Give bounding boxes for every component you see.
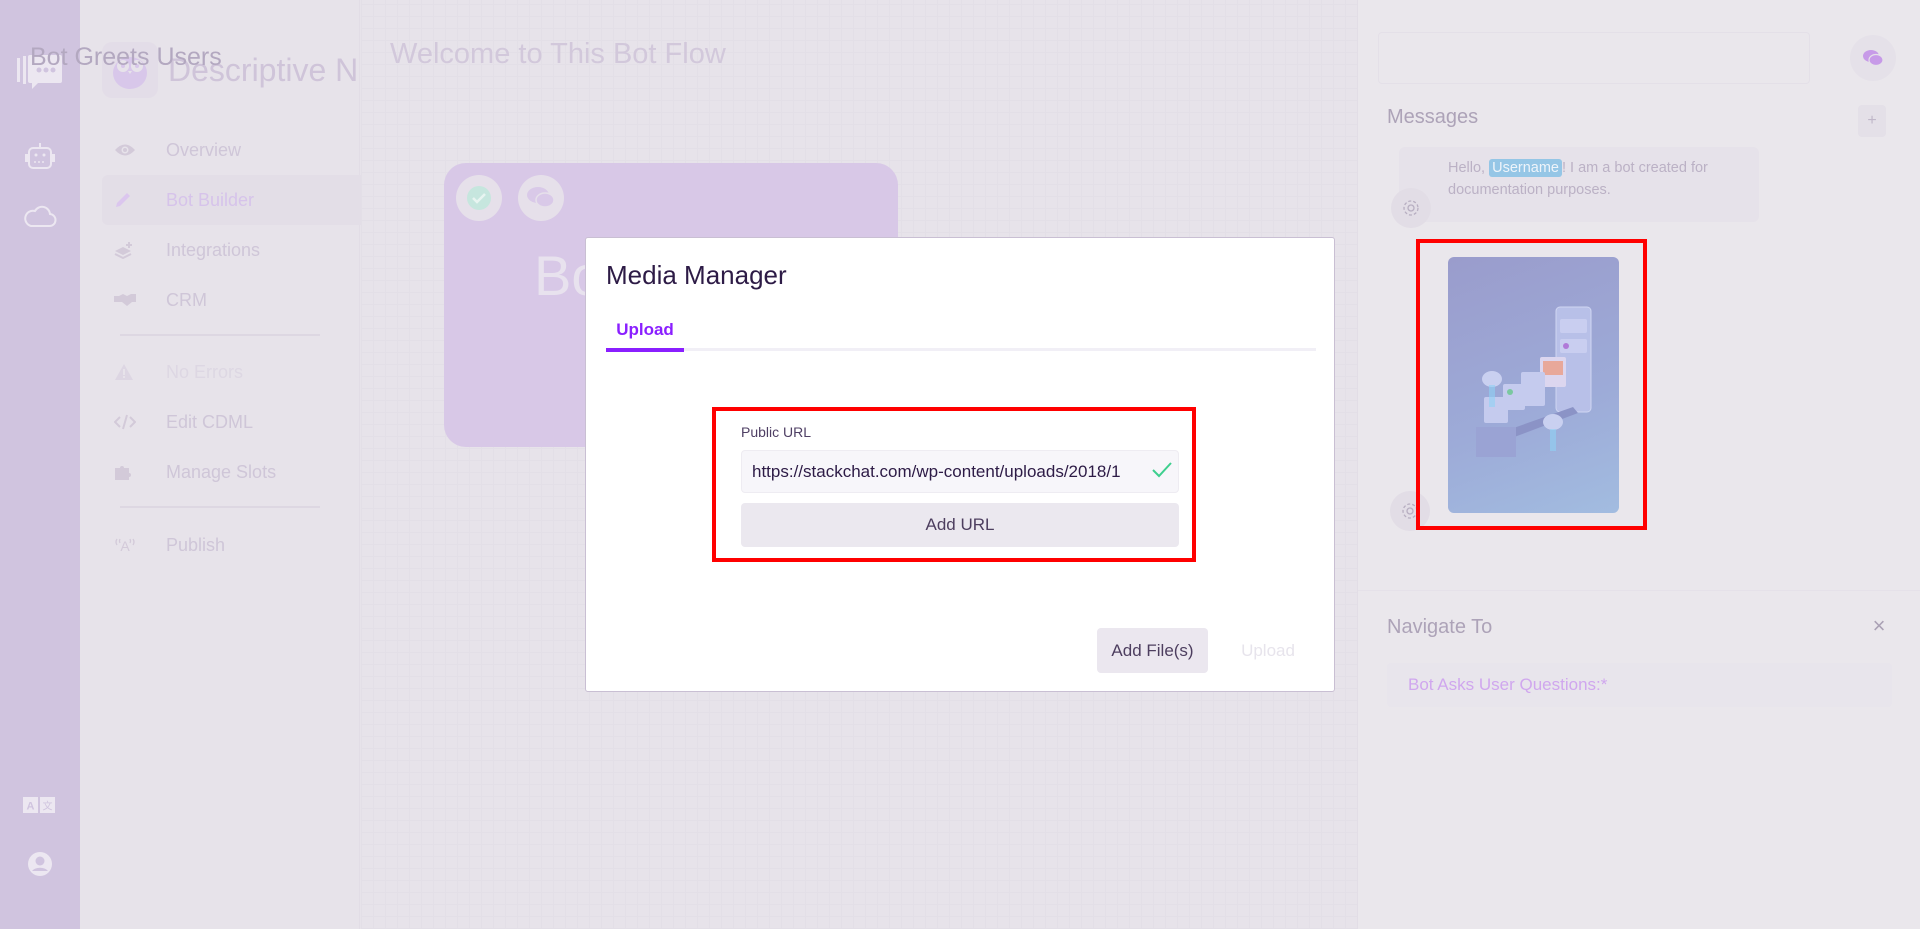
check-circle-icon [467,186,491,210]
nav-divider [120,334,320,336]
node-messages-button[interactable] [518,175,564,221]
nav-item-label: CRM [166,289,207,310]
messages-label: Messages [1387,106,1479,128]
layers-plus-icon [102,241,142,259]
bot-nav: Descriptive N Overview Bot Builder Integ… [80,0,420,929]
tab-upload[interactable]: Upload [606,308,684,352]
chat-toggle-button[interactable] [1850,35,1896,81]
username-variable-chip[interactable]: Username [1489,159,1562,177]
modal-tabs: Upload [606,308,1316,352]
user-account-icon[interactable] [0,851,80,877]
close-navigate-icon[interactable]: × [1869,613,1889,639]
app-rail: A文 [0,0,80,929]
nav-item-label: Edit CDML [166,411,254,432]
flow-title: Welcome to This Bot Flow [390,38,726,70]
tab-active-indicator [606,348,684,352]
node-detail-panel [1357,0,1920,929]
svg-text:文: 文 [43,800,53,813]
media-manager-modal: Media Manager Upload Public URL Add URL … [585,237,1335,692]
public-url-label: Public URL [741,424,812,440]
message-text[interactable]: Hello, Username! I am a bot created for … [1448,157,1748,201]
gear-icon [1402,503,1418,519]
image-settings-button[interactable] [1390,491,1430,531]
bot-icon[interactable] [0,142,80,172]
chat-bubbles-icon [527,187,555,208]
public-url-input[interactable] [741,450,1179,493]
chat-bubbles-icon [1863,50,1884,67]
add-message-button[interactable]: + [1858,105,1886,137]
nav-item-label: Manage Slots [166,461,277,482]
code-icon [102,414,142,430]
handshake-icon [102,293,142,307]
translate-icon[interactable]: A文 [0,795,80,815]
cloud-icon[interactable] [0,202,80,230]
nav-item-label: Bot Builder [166,189,255,210]
navigate-target-link[interactable]: Bot Asks User Questions:* [1408,675,1607,695]
check-icon [1151,460,1173,485]
svg-text:A: A [27,801,35,813]
warning-icon [102,363,142,381]
nav-item-label: No Errors [166,361,244,382]
nav-item-label: Integrations [166,239,261,260]
tab-bar-track [606,348,1316,351]
nav-divider [120,506,320,508]
message-settings-button[interactable] [1391,188,1431,228]
pencil-icon [102,191,142,209]
chatbot-illustration-icon [1476,306,1592,457]
node-title-text: Bot Greets Users [30,43,222,71]
upload-button[interactable]: Upload [1218,628,1318,673]
add-url-button[interactable]: Add URL [741,503,1179,547]
gear-icon [1403,200,1419,216]
node-status-button[interactable] [456,175,502,221]
svg-text:A: A [120,538,130,554]
modal-title: Media Manager [606,260,787,290]
nav-item-label: Publish [166,534,226,555]
eye-icon [102,143,142,157]
node-title-input[interactable] [1378,32,1810,84]
nav-item-label: Overview [166,139,242,160]
puzzle-icon [102,463,142,481]
image-message-preview[interactable] [1448,257,1619,513]
navigate-to-label: Navigate To [1387,616,1493,638]
message-prefix: Hello, [1448,160,1490,176]
panel-divider [1358,590,1920,591]
add-files-button[interactable]: Add File(s) [1097,628,1208,673]
broadcast-icon: A [102,536,142,554]
